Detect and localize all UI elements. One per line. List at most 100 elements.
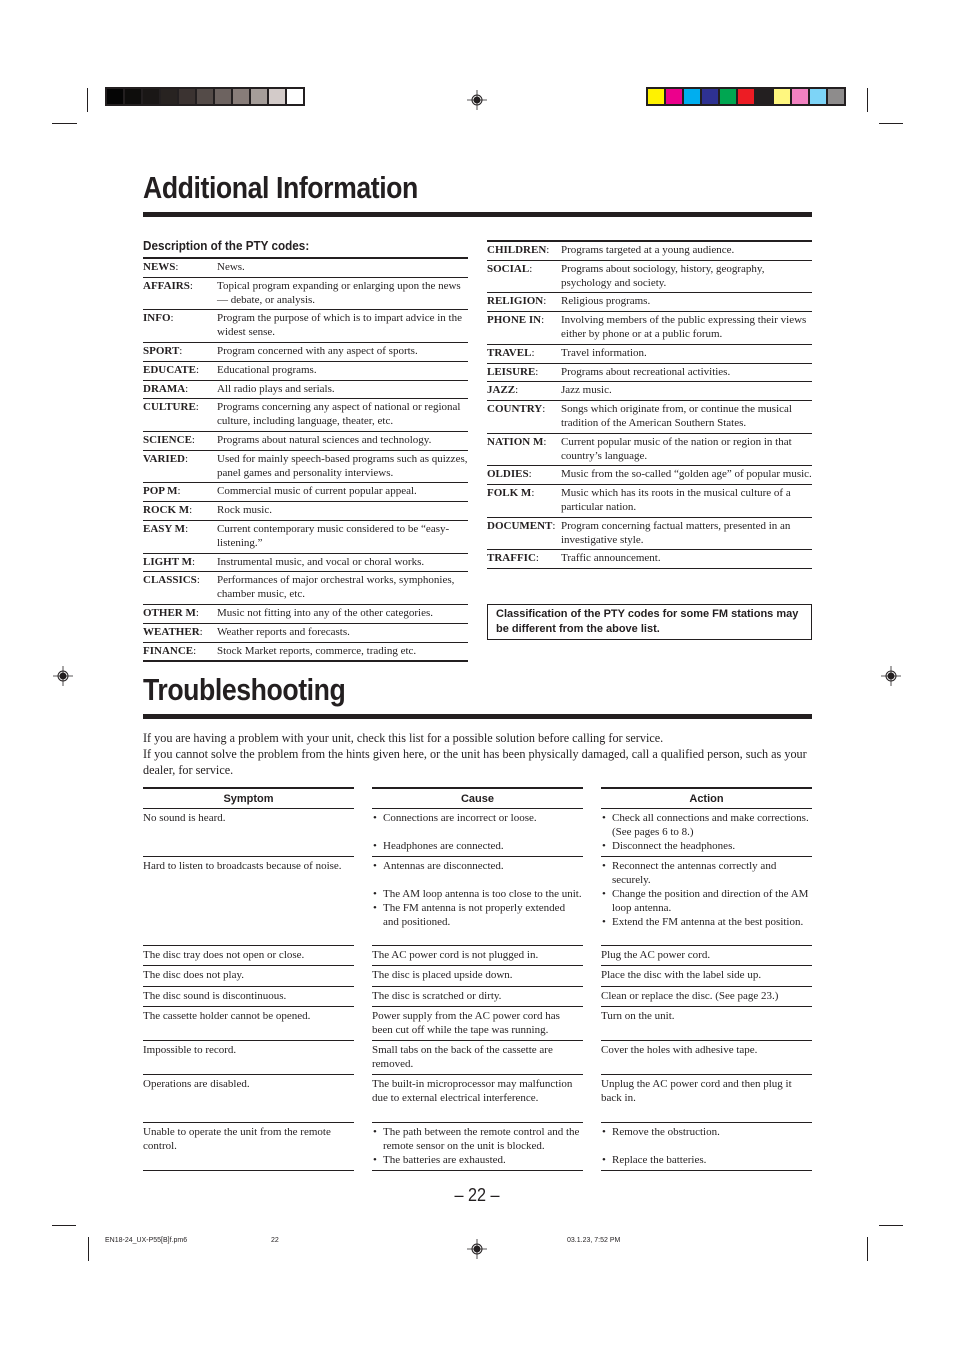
colon: : (531, 346, 535, 359)
colon: : (184, 452, 189, 465)
pty-code-name: SPORT (143, 344, 180, 357)
section-title-troubleshooting: Troubleshooting (143, 672, 346, 707)
pty-code-name: VARIED (143, 452, 185, 465)
cause-cell: Small tabs on the back of the cassette a… (372, 1041, 583, 1075)
pty-code-description: Program the purpose of which is to impar… (217, 312, 462, 339)
crop-mark (867, 88, 868, 112)
pty-code-label: JAZZ: (487, 384, 561, 398)
action-cell: • Check all connections and make correcti… (601, 809, 812, 857)
bullet-icon: • (373, 902, 377, 914)
pty-code-name: JAZZ (487, 384, 516, 397)
pty-code-row: SOCIAL: Programs about sociology, history… (487, 259, 812, 293)
cause-cell: • Antennas are disconnected. • The AM loop … (372, 857, 583, 946)
pty-code-row: TRAFFIC: Traffic announcement. (487, 549, 812, 568)
pty-code-label: DOCUMENT: (487, 520, 561, 548)
cause-cell: The disc is scratched or dirty. (372, 987, 583, 1007)
footer-page: 22 (271, 1237, 279, 1244)
pty-code-name: DOCUMENT (487, 519, 553, 532)
footer-datetime: 03.1.23, 7:52 PM (567, 1237, 621, 1244)
pty-code-name: NATION M (487, 435, 544, 448)
colon: : (185, 522, 189, 535)
page-number: – 22 – (454, 1185, 500, 1205)
crop-mark (867, 1237, 868, 1261)
cause-cell: The disc is placed upside down. (372, 966, 583, 987)
symptom-cell: Hard to listen to broadcasts because of … (143, 857, 354, 946)
pty-code-row: NEWS: News. (143, 259, 468, 277)
cause-text: The disc is placed upside down. (372, 969, 513, 981)
pty-code-row: SPORT: Program concerned with any aspect … (143, 341, 468, 361)
pty-code-description: Involving members of the public expressi… (561, 314, 807, 340)
pty-code-label: PHONE IN: (487, 314, 561, 342)
pty-code-name: COUNTRY (487, 403, 543, 416)
pty-code-label: OLDIES: (487, 468, 561, 482)
crop-mark (879, 123, 903, 124)
action-cell: • Reconnect the antennas correctly and se… (601, 857, 812, 946)
pty-code-name: LIGHT M (143, 555, 193, 568)
color-swatch (161, 89, 177, 104)
color-swatch (810, 89, 826, 104)
color-swatch (287, 89, 303, 104)
pty-code-label: OTHER M: (143, 607, 217, 621)
pty-code-description: Instrumental music, and vocal or choral … (217, 555, 425, 568)
colon: : (195, 401, 199, 414)
bullet-item: • Disconnect the headphones. (601, 839, 812, 853)
pty-code-description: Used for mainly speech-based programs su… (217, 452, 468, 479)
cause-column: Cause • Connections are incorrect or loos… (372, 787, 583, 1171)
colon: : (195, 606, 199, 619)
bullet-icon: • (602, 1154, 606, 1166)
registration-mark-icon (53, 666, 73, 686)
colon: : (543, 295, 547, 308)
bullet-item: • Extend the FM antenna at the best posit… (601, 915, 812, 929)
pty-code-row: NATION M: Current popular music of the na… (487, 432, 812, 466)
color-bar (646, 87, 846, 106)
pty-code-row: JAZZ: Jazz music. (487, 381, 812, 400)
cause-cell: • The path between the remote control and… (372, 1123, 583, 1171)
pty-code-row: DOCUMENT: Program concerning factual matt… (487, 516, 812, 550)
bullet-icon: • (602, 860, 606, 872)
pty-code-row: TRAVEL: Travel information. (487, 343, 812, 363)
color-swatch (269, 89, 285, 104)
action-text: Place the disc with the label side up. (601, 969, 762, 981)
pty-code-name: NEWS (143, 261, 176, 273)
color-swatch (684, 89, 700, 104)
troubleshooting-intro: If you are having a problem with your un… (143, 730, 823, 778)
bullet-item: • Replace the batteries. (601, 1153, 812, 1167)
colon: : (192, 555, 196, 568)
pty-code-description: Topical program expanding or enlarging u… (217, 279, 461, 306)
pty-code-row: VARIED: Used for mainly speech-based prog… (143, 449, 468, 483)
cause-text: The AC power cord is not plugged in. (372, 949, 539, 961)
colon: : (193, 644, 197, 657)
bullet-text: Disconnect the headphones. (612, 840, 736, 852)
color-swatch (774, 89, 790, 104)
pty-code-description: Educational programs. (217, 363, 317, 376)
action-text: Clean or replace the disc. (See page 23.… (601, 990, 779, 1002)
pty-code-row: LEISURE: Programs about recreational acti… (487, 362, 812, 382)
pty-codes-table-left: NEWS: News. AFFAIRS: Topical program expand… (143, 257, 468, 663)
pty-code-description: Program concerning factual matters, pres… (561, 519, 791, 546)
bullet-text: Replace the batteries. (612, 1154, 707, 1166)
pty-code-label: SCIENCE: (143, 434, 217, 448)
pty-code-description: Programs about sociology, history, geogr… (561, 262, 765, 289)
bullet-text: The path between the remote control and … (383, 1126, 580, 1152)
pty-code-name: SCIENCE (143, 433, 192, 446)
pty-code-label: NATION M: (487, 436, 561, 464)
pty-code-description: Music from the so-called “golden age” of… (561, 468, 812, 481)
symptom-cell: The disc sound is discontinuous. (143, 987, 354, 1007)
title-rule (143, 714, 812, 719)
bullet-item: • Connections are incorrect or loose. (372, 811, 583, 825)
colon: : (543, 435, 547, 448)
action-text: Turn on the unit. (601, 1010, 675, 1022)
crop-mark (879, 1225, 903, 1226)
pty-code-name: RELIGION (487, 295, 544, 308)
bullet-item: • The AM loop antenna is too close to the… (372, 887, 583, 901)
cause-cell: The built-in microprocessor may malfunct… (372, 1075, 583, 1123)
action-cell: Turn on the unit. (601, 1007, 812, 1041)
color-swatch (107, 89, 123, 104)
pty-code-row: CLASSICS: Performances of major orchestra… (143, 571, 468, 604)
bullet-icon: • (373, 1154, 377, 1166)
pty-code-label: CULTURE: (143, 401, 217, 429)
pty-code-row: ROCK M: Rock music. (143, 501, 468, 520)
colon: : (535, 552, 539, 565)
section-title-additional-info: Additional Information (143, 170, 418, 205)
pty-code-description: Programs about natural sciences and tech… (217, 433, 432, 446)
